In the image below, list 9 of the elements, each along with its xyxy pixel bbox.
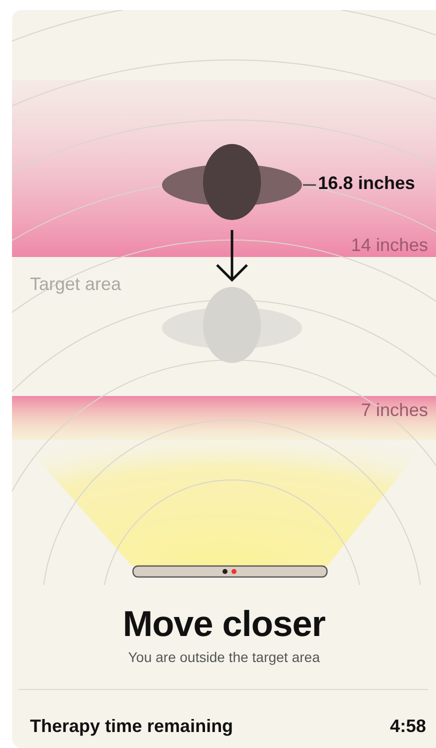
timer-value: 4:58 bbox=[390, 716, 426, 737]
distance-reading: 16.8 inches bbox=[318, 173, 416, 194]
leader-line bbox=[303, 184, 316, 186]
status-message: You are outside the target area bbox=[127, 649, 321, 665]
status-title: Move closer bbox=[122, 603, 326, 645]
target-area-label: Target area bbox=[30, 274, 122, 295]
timer-label: Therapy time remaining bbox=[30, 716, 234, 737]
near-limit-label: 7 inches bbox=[360, 400, 428, 421]
far-limit-label: 14 inches bbox=[350, 235, 428, 256]
